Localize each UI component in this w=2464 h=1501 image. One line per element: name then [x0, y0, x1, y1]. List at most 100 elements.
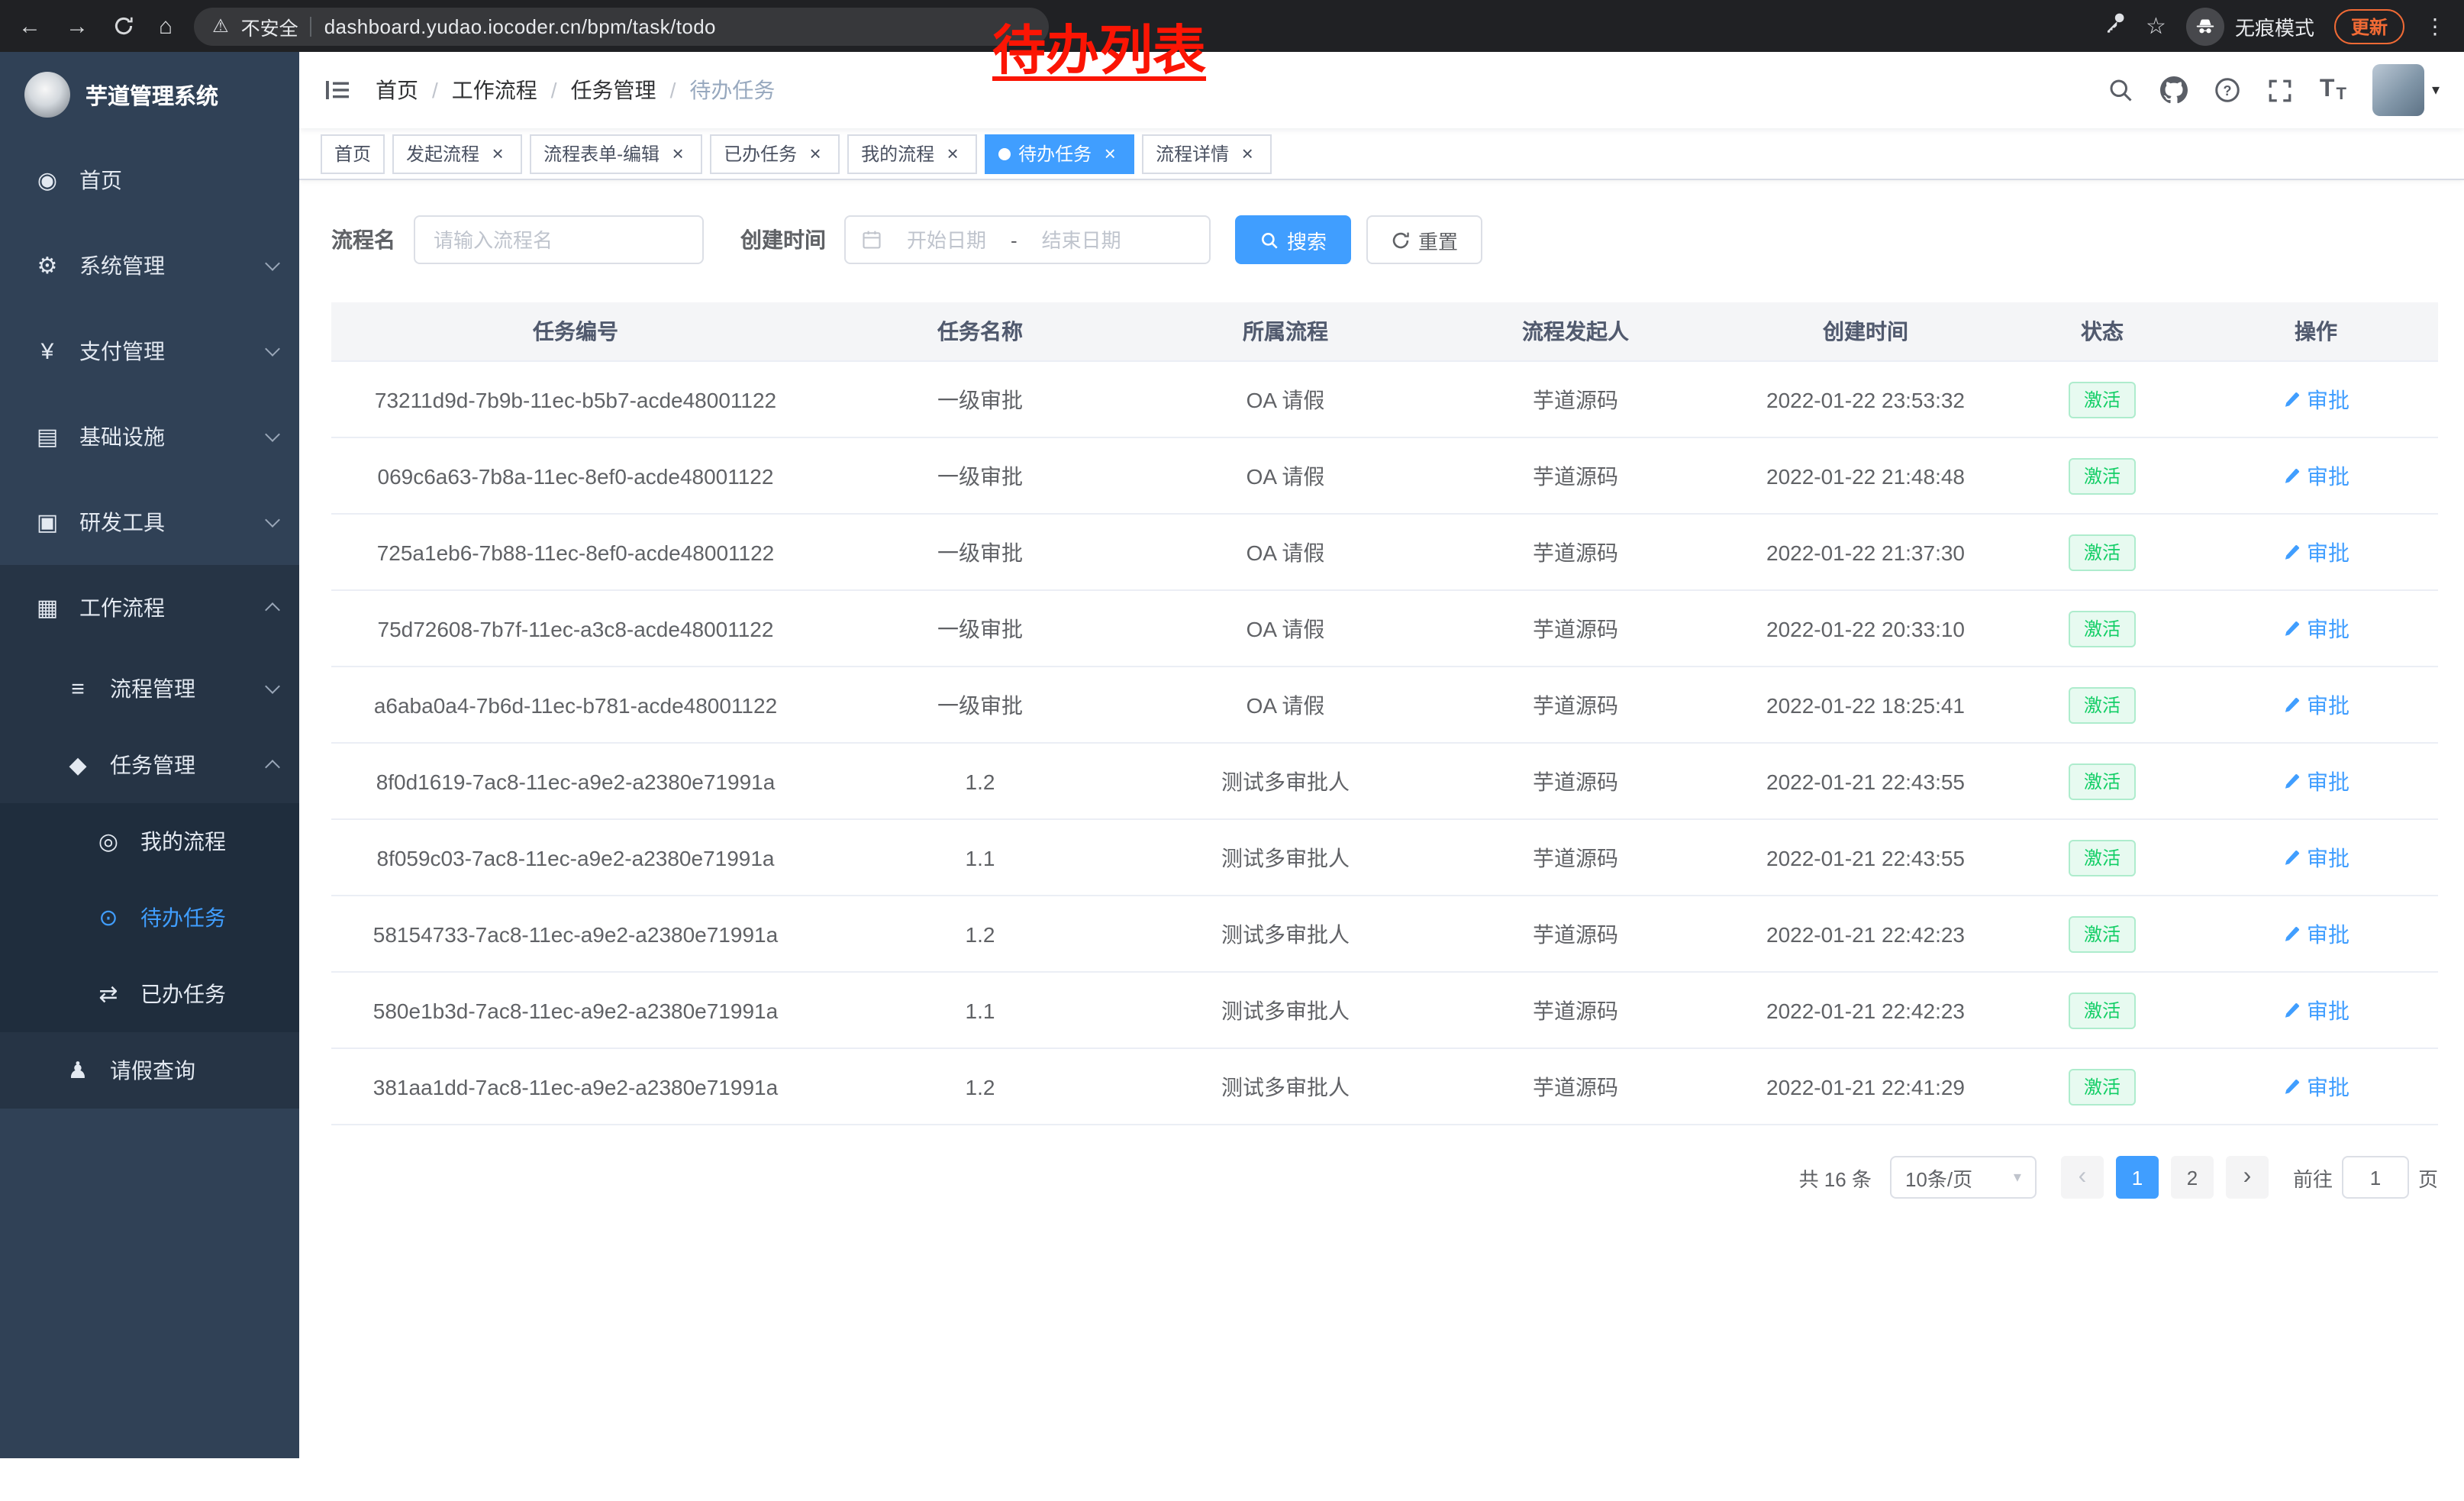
task-table-body: 73211d9d-7b9b-11ec-b5b7-acde48001122一级审批… — [331, 361, 2438, 1125]
cell-name: 1.1 — [820, 972, 1140, 1048]
cell-action: 审批 — [2194, 1048, 2438, 1125]
sidebar-item-devtools[interactable]: ▣ 研发工具 — [0, 479, 299, 565]
tags-view-tag[interactable]: 发起流程× — [392, 134, 522, 173]
reset-button[interactable]: 重置 — [1366, 215, 1482, 264]
breadcrumb-item[interactable]: 首页 — [376, 75, 418, 105]
caret-down-icon: ▾ — [2432, 82, 2440, 98]
calendar-icon — [861, 229, 882, 250]
browser-menu-icon[interactable]: ⋮ — [2424, 13, 2446, 39]
font-size-icon[interactable]: TT — [2320, 76, 2346, 104]
avatar — [2372, 64, 2424, 116]
status-badge: 激活 — [2069, 534, 2136, 570]
approve-button[interactable]: 审批 — [2282, 689, 2350, 720]
key-icon[interactable] — [2103, 11, 2126, 41]
approve-button[interactable]: 审批 — [2282, 766, 2350, 796]
hamburger-icon[interactable] — [324, 76, 351, 104]
pagination: 共 16 条 10条/页 ▾ ‹ 12 › 前往 页 — [331, 1156, 2438, 1199]
approve-button[interactable]: 审批 — [2282, 384, 2350, 415]
column-header-1: 任务编号 — [331, 302, 820, 361]
close-icon[interactable]: × — [667, 143, 689, 164]
cell-id: a6aba0a4-7b6d-11ec-b781-acde48001122 — [331, 667, 820, 743]
tags-view-tag[interactable]: 流程表单-编辑× — [530, 134, 702, 173]
prev-page-button[interactable]: ‹ — [2061, 1156, 2104, 1199]
cell-process: 测试多审批人 — [1140, 819, 1430, 896]
date-range-picker[interactable]: - — [844, 215, 1211, 264]
update-button[interactable]: 更新 — [2334, 8, 2404, 44]
search-button[interactable]: 搜索 — [1235, 215, 1351, 264]
cell-name: 一级审批 — [820, 667, 1140, 743]
reload-icon[interactable] — [113, 15, 134, 37]
approve-button[interactable]: 审批 — [2282, 842, 2350, 873]
close-icon[interactable]: × — [1099, 143, 1121, 164]
close-icon[interactable]: × — [942, 143, 963, 164]
search-icon[interactable] — [2108, 76, 2135, 104]
sidebar-item-workflow[interactable]: ▦ 工作流程 — [0, 565, 299, 650]
edit-icon — [2282, 1001, 2301, 1019]
close-icon[interactable]: × — [1237, 143, 1258, 164]
page-size-select[interactable]: 10条/页 ▾ — [1890, 1156, 2037, 1199]
chevron-down-icon — [265, 512, 280, 528]
cell-starter: 芋道源码 — [1430, 667, 1721, 743]
cell-process: 测试多审批人 — [1140, 1048, 1430, 1125]
approve-button[interactable]: 审批 — [2282, 460, 2350, 491]
app-logo[interactable]: 芋道管理系统 — [0, 52, 299, 137]
sidebar-item-task-management[interactable]: ◆ 任务管理 — [0, 727, 299, 803]
approve-label: 审批 — [2307, 766, 2350, 796]
home-icon[interactable]: ⌂ — [159, 13, 173, 39]
approve-button[interactable]: 审批 — [2282, 537, 2350, 567]
sidebar-item-done-task[interactable]: ⇄ 已办任务 — [0, 956, 299, 1032]
process-name-input[interactable] — [414, 215, 704, 264]
goto-page-input[interactable] — [2342, 1156, 2409, 1199]
tags-view-tag[interactable]: 待办任务× — [985, 134, 1134, 173]
help-icon[interactable]: ? — [2214, 76, 2242, 104]
forward-icon[interactable]: → — [66, 13, 89, 39]
sidebar-item-process-management[interactable]: ≡ 流程管理 — [0, 650, 299, 727]
back-icon[interactable]: ← — [18, 13, 41, 39]
total-count: 共 16 条 — [1799, 1163, 1872, 1192]
user-menu[interactable]: ▾ — [2372, 64, 2440, 116]
sidebar-item-label: 研发工具 — [79, 507, 165, 537]
breadcrumb-item[interactable]: 工作流程 — [452, 75, 537, 105]
approve-button[interactable]: 审批 — [2282, 613, 2350, 644]
incognito-icon — [2186, 7, 2224, 45]
sidebar-item-my-process[interactable]: ◎ 我的流程 — [0, 803, 299, 880]
cell-name: 一级审批 — [820, 590, 1140, 667]
next-page-button[interactable]: › — [2226, 1156, 2269, 1199]
browser-chrome: ← → ⌂ ⚠ 不安全 dashboard.yudao.iocoder.cn/b… — [0, 0, 2464, 52]
github-icon[interactable] — [2161, 76, 2188, 104]
tags-view-tag[interactable]: 流程详情× — [1142, 134, 1272, 173]
sidebar-item-infrastructure[interactable]: ▤ 基础设施 — [0, 394, 299, 479]
end-date-input[interactable] — [1024, 227, 1140, 253]
start-date-input[interactable] — [889, 227, 1005, 253]
close-icon[interactable]: × — [805, 143, 826, 164]
sidebar-item-system[interactable]: ⚙ 系统管理 — [0, 223, 299, 308]
cell-id: 069c6a63-7b8a-11ec-8ef0-acde48001122 — [331, 437, 820, 514]
approve-button[interactable]: 审批 — [2282, 918, 2350, 949]
sidebar-item-todo-task[interactable]: ⊙ 待办任务 — [0, 880, 299, 956]
page-button-2[interactable]: 2 — [2171, 1156, 2214, 1199]
fullscreen-icon[interactable] — [2268, 77, 2294, 103]
breadcrumb-item[interactable]: 任务管理 — [571, 75, 656, 105]
edit-icon — [2282, 925, 2301, 943]
eye-icon: ⊙ — [92, 904, 125, 931]
sidebar-item-leave-query[interactable]: ♟ 请假查询 — [0, 1032, 299, 1109]
table-row: 73211d9d-7b9b-11ec-b5b7-acde48001122一级审批… — [331, 361, 2438, 437]
cell-time: 2022-01-22 20:33:10 — [1721, 590, 2011, 667]
tags-view-tag[interactable]: 首页 — [321, 134, 385, 173]
approve-label: 审批 — [2307, 918, 2350, 949]
edit-icon — [2282, 772, 2301, 790]
approve-button[interactable]: 审批 — [2282, 1071, 2350, 1102]
sidebar-item-home[interactable]: ◉ 首页 — [0, 137, 299, 223]
tags-view-tag[interactable]: 我的流程× — [847, 134, 977, 173]
cell-time: 2022-01-21 22:43:55 — [1721, 743, 2011, 819]
sidebar-item-payment[interactable]: ¥ 支付管理 — [0, 308, 299, 394]
cell-action: 审批 — [2194, 437, 2438, 514]
close-icon[interactable]: × — [487, 143, 508, 164]
bookmark-star-icon[interactable]: ☆ — [2146, 12, 2166, 40]
table-row: 8f0d1619-7ac8-11ec-a9e2-a2380e71991a1.2测… — [331, 743, 2438, 819]
page-button-1[interactable]: 1 — [2116, 1156, 2159, 1199]
approve-button[interactable]: 审批 — [2282, 995, 2350, 1025]
tags-view-tag[interactable]: 已办任务× — [710, 134, 840, 173]
sidebar-item-label: 待办任务 — [140, 902, 226, 933]
address-bar[interactable]: ⚠ 不安全 dashboard.yudao.iocoder.cn/bpm/tas… — [194, 7, 1049, 45]
